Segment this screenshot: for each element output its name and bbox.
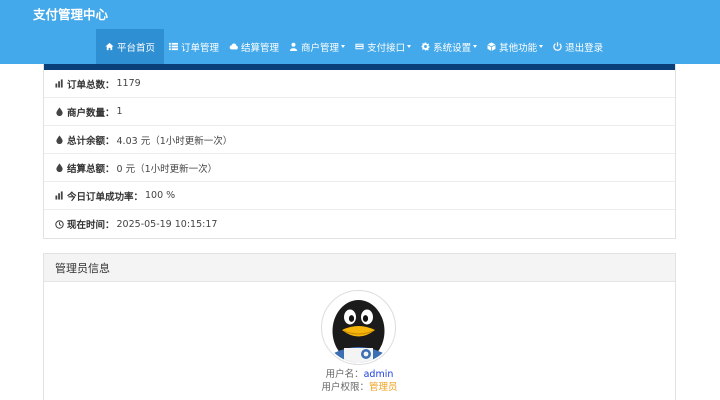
admin-role-line: 用户权限：管理员 [44, 379, 675, 393]
stat-row-current-time: 现在时间： 2025-05-19 10:15:17 [44, 210, 675, 238]
cube-icon [487, 42, 496, 51]
gear-icon [421, 42, 430, 51]
nav-system-settings[interactable]: 系统设置 [416, 29, 482, 64]
stat-value: 0 元（1小时更新一次） [116, 163, 218, 175]
stats-panel: 订单总数： 1179 商户数量： 1 总计余额： 4.03 元（1小时更新一次）… [43, 64, 676, 239]
role-value: 管理员 [369, 382, 398, 393]
main-nav: 平台首页 订单管理 结算管理 商户管理 支付接口 系统设置 其他功能 退出登录 [96, 29, 608, 64]
nav-logout[interactable]: 退出登录 [548, 29, 608, 64]
stat-value: 100 % [145, 190, 176, 201]
stat-value: 1179 [116, 78, 141, 89]
stat-label: 订单总数： [67, 79, 115, 91]
penguin-avatar-icon [323, 292, 394, 363]
credit-card-icon [355, 43, 364, 50]
list-icon [169, 42, 179, 51]
admin-username-line: 用户名：admin [44, 366, 675, 380]
nav-system-settings-label: 系统设置 [433, 42, 472, 54]
home-icon [105, 42, 114, 51]
nav-other-features-label: 其他功能 [499, 42, 538, 54]
stat-row-settlement-total: 结算总额： 0 元（1小时更新一次） [44, 154, 675, 182]
stat-label: 结算总额： [67, 163, 115, 175]
role-label: 用户权限： [321, 382, 369, 393]
drop-icon [56, 163, 63, 172]
user-icon [289, 42, 298, 51]
drop-icon [56, 135, 63, 144]
bar-chart-icon [55, 191, 63, 200]
stat-row-merchant-count: 商户数量： 1 [44, 98, 675, 126]
brand-title[interactable]: 支付管理中心 [33, 4, 108, 23]
top-navbar: 支付管理中心 平台首页 订单管理 结算管理 商户管理 支付接口 系统设置 其他功… [0, 0, 720, 64]
nav-orders[interactable]: 订单管理 [164, 29, 224, 64]
nav-logout-label: 退出登录 [565, 42, 604, 54]
cloud-icon [229, 43, 238, 50]
stat-label: 今日订单成功率： [67, 191, 144, 203]
stat-label: 现在时间： [67, 220, 115, 231]
stat-label: 商户数量： [67, 107, 115, 119]
nav-payment-api[interactable]: 支付接口 [350, 29, 416, 64]
chevron-down-icon [473, 45, 478, 48]
stat-row-total-balance: 总计余额： 4.03 元（1小时更新一次） [44, 126, 675, 154]
chevron-down-icon [407, 45, 412, 48]
stat-row-order-total: 订单总数： 1179 [44, 70, 675, 98]
clock-icon [55, 219, 64, 229]
stat-value: 1 [116, 106, 123, 117]
nav-orders-label: 订单管理 [181, 42, 220, 54]
stat-value: 4.03 元（1小时更新一次） [116, 135, 233, 147]
stat-value: 2025-05-19 10:15:17 [116, 218, 218, 230]
nav-home-label: 平台首页 [117, 42, 156, 54]
stat-row-success-rate: 今日订单成功率： 100 % [44, 182, 675, 210]
power-icon [553, 42, 562, 51]
nav-merchants-label: 商户管理 [301, 42, 340, 54]
nav-settlement-label: 结算管理 [241, 42, 280, 54]
nav-home[interactable]: 平台首页 [96, 29, 165, 64]
chevron-down-icon [341, 45, 346, 48]
nav-merchants[interactable]: 商户管理 [284, 29, 350, 64]
admin-info-panel: 管理员信息 用户名：admin 用户权限：管理员 [43, 253, 676, 400]
bar-chart-icon [55, 79, 63, 88]
nav-settlement[interactable]: 结算管理 [224, 29, 284, 64]
chevron-down-icon [539, 45, 544, 48]
nav-other-features[interactable]: 其他功能 [482, 29, 548, 64]
avatar [321, 290, 396, 365]
stat-label: 总计余额： [67, 135, 115, 147]
drop-icon [56, 107, 63, 116]
admin-panel-title: 管理员信息 [44, 254, 675, 282]
nav-payment-api-label: 支付接口 [367, 42, 406, 54]
